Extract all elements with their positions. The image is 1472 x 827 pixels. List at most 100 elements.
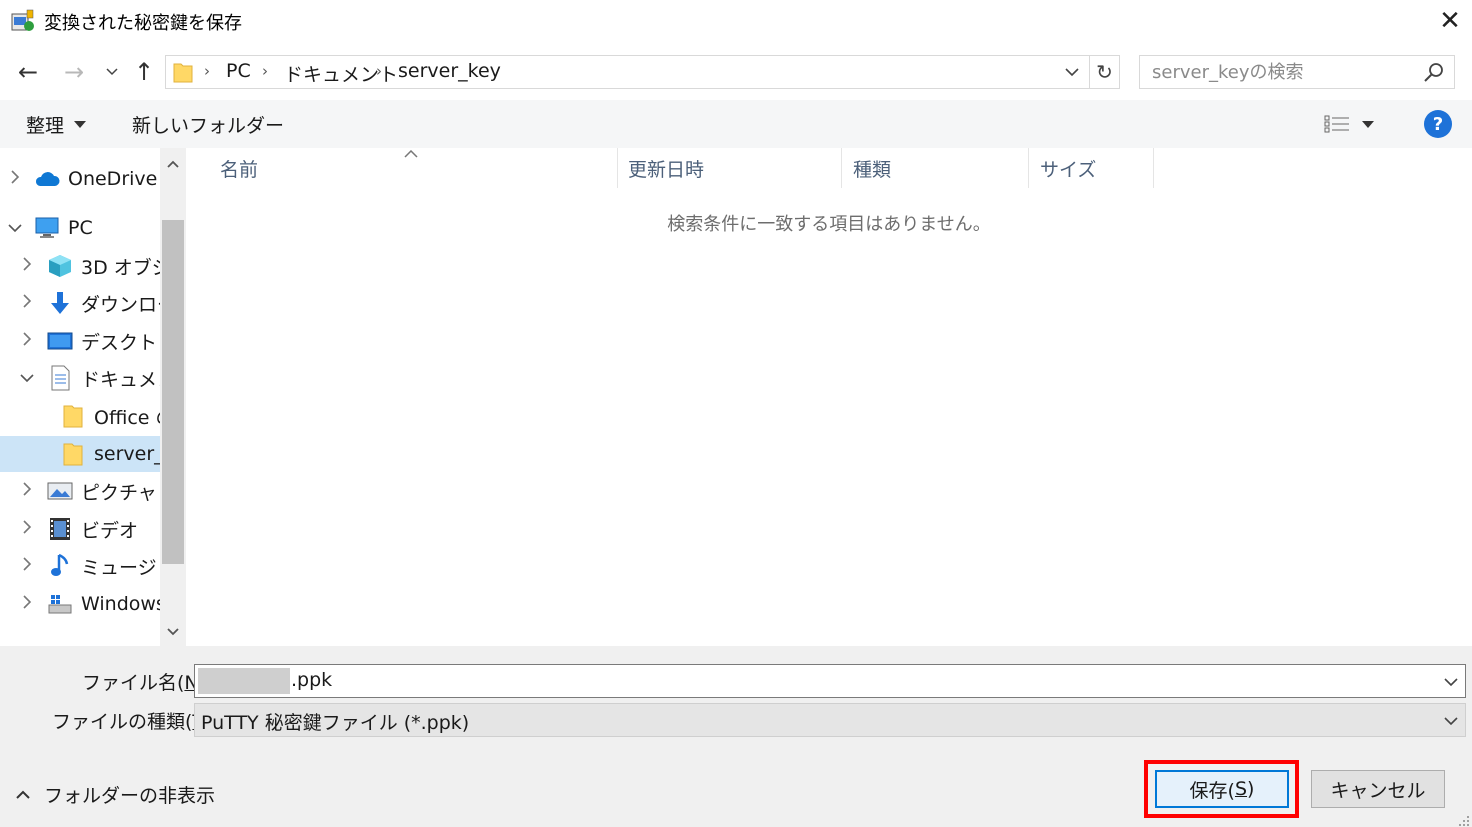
filetype-dropdown-button[interactable] [1439, 708, 1463, 734]
chevron-right-icon[interactable] [20, 257, 34, 275]
search-box[interactable] [1139, 55, 1455, 89]
nav-item[interactable]: server_k [0, 436, 160, 472]
scroll-thumb[interactable] [162, 220, 184, 564]
close-button[interactable]: ✕ [1428, 4, 1472, 38]
pictures-icon [47, 478, 73, 504]
cloud-icon [34, 166, 60, 192]
nav-item[interactable]: ピクチャ [0, 473, 160, 509]
chevron-down-icon [167, 628, 179, 636]
music-icon [47, 553, 73, 579]
nav-item-label: ドキュメント [81, 368, 160, 391]
search-input[interactable] [1152, 60, 1412, 84]
scroll-up-button[interactable] [160, 152, 186, 176]
nav-item-label: ミュージック [81, 556, 160, 579]
chevron-down-icon [106, 68, 118, 76]
back-button[interactable]: ← [10, 56, 46, 88]
breadcrumb-server-key[interactable]: server_key [398, 60, 501, 82]
chevron-right-icon[interactable] [20, 557, 34, 575]
organize-button[interactable]: 整理 [26, 110, 87, 138]
chevron-right-icon[interactable] [8, 170, 22, 188]
chevron-right-icon[interactable] [20, 294, 34, 312]
video-icon [47, 516, 73, 542]
chevron-down-icon[interactable] [8, 219, 22, 237]
filename-input[interactable]: .ppk [194, 664, 1466, 698]
command-bar: 整理 新しいフォルダー [0, 100, 1472, 148]
nav-item-label: デスクトップ [81, 331, 160, 354]
refresh-button[interactable]: ↻ [1090, 55, 1120, 89]
chevron-down-icon[interactable] [20, 369, 34, 387]
nav-item[interactable]: ビデオ [0, 511, 160, 547]
help-button[interactable]: ? [1424, 110, 1452, 138]
resize-grip-icon[interactable] [1458, 812, 1470, 826]
new-folder-button[interactable]: 新しいフォルダー [132, 110, 284, 138]
organize-label: 整理 [26, 114, 65, 137]
chevron-right-icon[interactable] [20, 332, 34, 350]
chevron-up-icon [167, 160, 179, 168]
column-header-date-modified[interactable]: 更新日時 [616, 148, 842, 188]
nav-item[interactable]: 3D オブジェ [0, 248, 160, 284]
nav-item[interactable]: ダウンロード [0, 285, 160, 321]
redacted-filename [198, 668, 290, 694]
save-button[interactable]: 保存(S) [1155, 770, 1289, 808]
chevron-right-icon[interactable] [20, 520, 34, 538]
filename-history-button[interactable] [1439, 669, 1463, 695]
nav-item[interactable]: PC [0, 210, 160, 246]
computer-icon [34, 215, 60, 241]
nav-scrollbar[interactable] [160, 148, 186, 646]
address-bar[interactable]: › PC › ドキュメント › server_key [165, 55, 1090, 89]
details-view-icon [1324, 115, 1349, 133]
nav-item[interactable]: OneDrive - [0, 161, 160, 197]
hide-folders-label: フォルダーの非表示 [44, 784, 216, 807]
window-title: 変換された秘密鍵を保存 [44, 13, 242, 34]
filename-value: .ppk [291, 669, 333, 691]
forward-button[interactable]: → [56, 56, 92, 88]
chevron-right-icon[interactable] [20, 595, 34, 613]
nav-item[interactable]: ドキュメント [0, 360, 160, 396]
nav-item[interactable]: ミュージック [0, 548, 160, 584]
up-button[interactable]: ↑ [128, 56, 160, 88]
title-bar: 変換された秘密鍵を保存 ✕ [0, 0, 1472, 42]
breadcrumb-separator: › [376, 62, 382, 80]
column-header-type[interactable]: 種類 [841, 148, 1029, 188]
drive-icon [47, 591, 73, 617]
new-folder-label: 新しいフォルダー [132, 114, 285, 137]
nav-item-label: PC [68, 217, 93, 239]
scroll-down-button[interactable] [160, 620, 186, 644]
hide-folders-toggle[interactable]: フォルダーの非表示 [16, 780, 215, 808]
chevron-right-icon[interactable] [20, 482, 34, 500]
sort-ascending-icon [404, 146, 418, 162]
chevron-up-icon [16, 790, 30, 799]
nav-item-label: 3D オブジェ [81, 256, 160, 279]
view-options-button[interactable] [1324, 110, 1386, 138]
nav-item[interactable]: Windows [0, 586, 160, 622]
filetype-select[interactable]: PuTTY 秘密鍵ファイル (*.ppk) [194, 703, 1466, 737]
address-history-button[interactable] [1060, 59, 1084, 85]
cancel-button[interactable]: キャンセル [1311, 770, 1445, 808]
breadcrumb-pc[interactable]: PC [226, 60, 251, 82]
arrow-right-icon: → [63, 58, 85, 86]
nav-item[interactable]: Office の [0, 398, 160, 434]
filetype-label: ファイルの種類(T): [52, 711, 218, 733]
folder-icon [60, 403, 86, 429]
nav-item[interactable]: デスクトップ [0, 323, 160, 359]
recent-locations-button[interactable] [100, 56, 124, 88]
chevron-down-icon [1065, 67, 1079, 76]
download-icon [47, 290, 73, 316]
search-icon[interactable] [1422, 61, 1446, 85]
column-header-size[interactable]: サイズ [1028, 148, 1154, 188]
cube-icon [47, 253, 73, 279]
nav-item-label: server_k [94, 443, 160, 465]
empty-message: 検索条件に一致する項目はありません。 [667, 214, 991, 235]
arrow-left-icon: ← [17, 58, 39, 86]
nav-item-label: ダウンロード [81, 293, 160, 316]
nav-item-label: OneDrive - [68, 168, 160, 190]
document-icon [47, 365, 73, 391]
nav-item-label: ビデオ [81, 519, 139, 542]
help-icon: ? [1432, 113, 1444, 135]
refresh-icon: ↻ [1096, 60, 1113, 84]
file-list[interactable]: 名前 更新日時 種類 サイズ 検索条件に一致する項目はありません。 [186, 148, 1472, 646]
filename-label: ファイル名(N): [82, 672, 212, 694]
close-icon: ✕ [1439, 6, 1461, 36]
folder-icon [60, 441, 86, 467]
nav-item-label: ピクチャ [81, 481, 157, 504]
